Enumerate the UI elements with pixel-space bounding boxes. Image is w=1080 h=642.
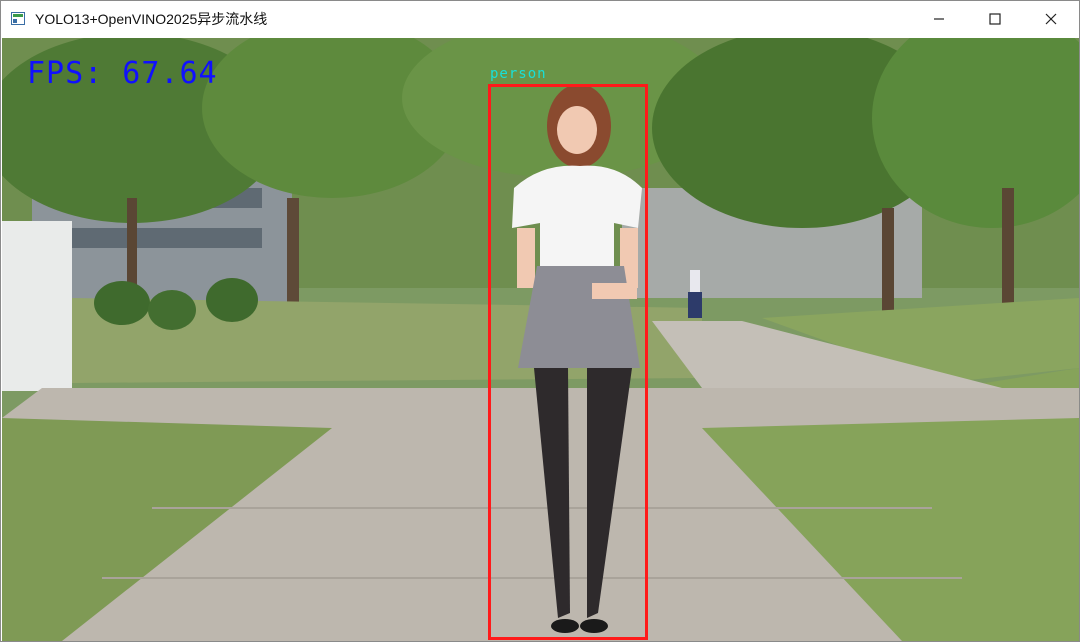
fps-counter: FPS: 67.64	[27, 56, 218, 91]
minimize-button[interactable]	[911, 1, 967, 37]
title-bar[interactable]: YOLO13+OpenVINO2025异步流水线	[1, 1, 1079, 37]
video-frame: FPS: 67.64 person	[2, 38, 1079, 641]
minimize-icon	[934, 18, 944, 20]
maximize-icon	[989, 13, 1001, 25]
maximize-button[interactable]	[967, 1, 1023, 37]
close-button[interactable]	[1023, 1, 1079, 37]
window-title: YOLO13+OpenVINO2025异步流水线	[35, 11, 268, 27]
app-window: YOLO13+OpenVINO2025异步流水线 FPS: 67.64 pers…	[0, 0, 1080, 642]
window-app-icon[interactable]	[11, 11, 27, 27]
detection-label: person	[490, 66, 547, 82]
window-controls	[911, 1, 1079, 37]
close-icon	[1045, 13, 1057, 25]
detection-bounding-box	[488, 84, 648, 640]
